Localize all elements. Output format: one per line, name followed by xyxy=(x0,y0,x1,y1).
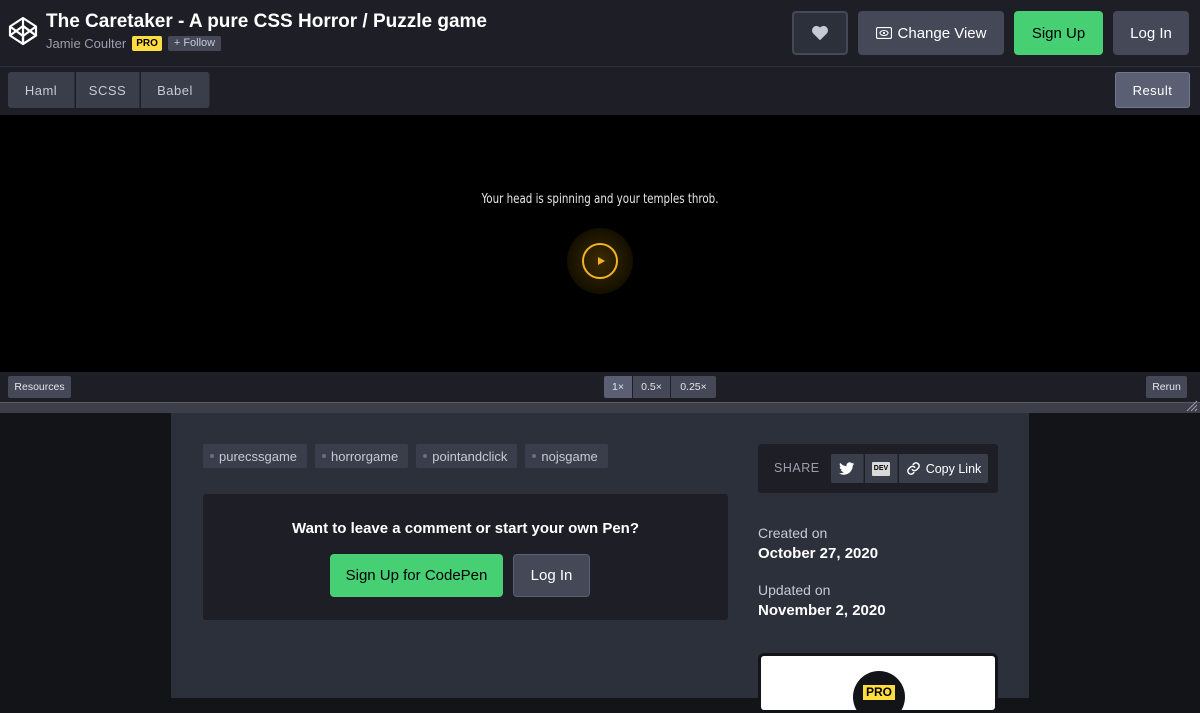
follow-button[interactable]: + Follow xyxy=(167,36,222,51)
tab-result[interactable]: Result xyxy=(1115,72,1190,108)
zoom-0-5x-button[interactable]: 0.5× xyxy=(633,376,670,398)
comment-log-in-button[interactable]: Log In xyxy=(513,554,590,597)
tag-item[interactable]: pointandclick xyxy=(416,444,518,468)
tag-dot xyxy=(423,454,428,458)
editor-footer: Resources 1× 0.5× 0.25× Rerun xyxy=(0,372,1200,402)
play-button[interactable] xyxy=(567,228,633,294)
author-row: Jamie Coulter PRO + Follow xyxy=(46,36,222,51)
rerun-button[interactable]: Rerun xyxy=(1146,376,1187,398)
tag-item[interactable]: purecssgame xyxy=(203,444,308,468)
dev-icon: DEV xyxy=(871,461,891,476)
updated-date: November 2, 2020 xyxy=(758,602,886,619)
tag-dot xyxy=(532,454,537,458)
tag-list: purecssgame horrorgame pointandclick noj… xyxy=(203,444,608,468)
log-in-button[interactable]: Log In xyxy=(1113,11,1189,55)
twitter-icon xyxy=(839,461,855,475)
pen-details: purecssgame horrorgame pointandclick noj… xyxy=(171,413,1029,713)
zoom-1x-button[interactable]: 1× xyxy=(604,376,632,398)
panel-divider[interactable] xyxy=(0,402,1200,413)
tab-scss[interactable]: SCSS xyxy=(76,72,140,108)
tag-item[interactable]: nojsgame xyxy=(525,444,608,468)
comment-cta-box: Want to leave a comment or start your ow… xyxy=(203,494,728,620)
top-header: The Caretaker - A pure CSS Horror / Puzz… xyxy=(0,0,1200,66)
tag-dot xyxy=(210,454,214,458)
change-view-button[interactable]: Change View xyxy=(858,11,1004,55)
pro-promo-card[interactable]: PRO xyxy=(758,653,998,713)
share-box: SHARE DEV Copy Link xyxy=(758,444,998,493)
share-label: SHARE xyxy=(774,461,820,475)
resources-button[interactable]: Resources xyxy=(8,376,71,398)
result-preview[interactable]: Your head is spinning and your temples t… xyxy=(0,115,1200,372)
zoom-0-25x-button[interactable]: 0.25× xyxy=(671,376,716,398)
change-view-label: Change View xyxy=(897,24,987,42)
author-link[interactable]: Jamie Coulter xyxy=(46,36,126,51)
codepen-logo-icon[interactable] xyxy=(8,16,38,46)
tab-haml[interactable]: Haml xyxy=(8,72,75,108)
play-icon xyxy=(597,257,605,265)
editor-tabs-bar: Haml SCSS Babel Result xyxy=(0,66,1200,115)
follow-label: Follow xyxy=(183,37,216,49)
created-date: October 27, 2020 xyxy=(758,545,879,562)
copy-link-label: Copy Link xyxy=(925,461,982,476)
preview-narration: Your head is spinning and your temples t… xyxy=(481,192,719,207)
tag-label: nojsgame xyxy=(541,448,598,464)
tag-label: purecssgame xyxy=(219,448,298,464)
tab-babel[interactable]: Babel xyxy=(141,72,210,108)
heart-icon xyxy=(812,25,828,41)
pen-title: The Caretaker - A pure CSS Horror / Puzz… xyxy=(46,11,487,32)
updated-label: Updated on xyxy=(758,582,831,598)
tag-dot xyxy=(322,454,327,458)
plus-icon: + xyxy=(173,37,181,49)
pro-badge: PRO xyxy=(132,36,162,51)
copy-link-button[interactable]: Copy Link xyxy=(899,454,988,483)
share-dev-button[interactable]: DEV xyxy=(865,454,898,483)
signup-for-codepen-button[interactable]: Sign Up for CodePen xyxy=(330,554,503,597)
left-gutter xyxy=(0,413,171,698)
heart-button[interactable] xyxy=(792,11,848,55)
tag-label: pointandclick xyxy=(432,448,508,464)
tag-label: horrorgame xyxy=(331,448,399,464)
sign-up-button[interactable]: Sign Up xyxy=(1014,11,1103,55)
tag-item[interactable]: horrorgame xyxy=(315,444,409,468)
share-twitter-button[interactable] xyxy=(831,454,864,483)
play-ring xyxy=(582,243,618,279)
link-icon xyxy=(906,462,920,475)
created-label: Created on xyxy=(758,525,828,541)
promo-badge-circle: PRO xyxy=(853,671,905,710)
right-gutter xyxy=(1029,413,1200,698)
resize-handle-icon[interactable] xyxy=(1184,398,1198,412)
eye-icon xyxy=(875,27,892,39)
comment-prompt: Want to leave a comment or start your ow… xyxy=(291,520,639,537)
